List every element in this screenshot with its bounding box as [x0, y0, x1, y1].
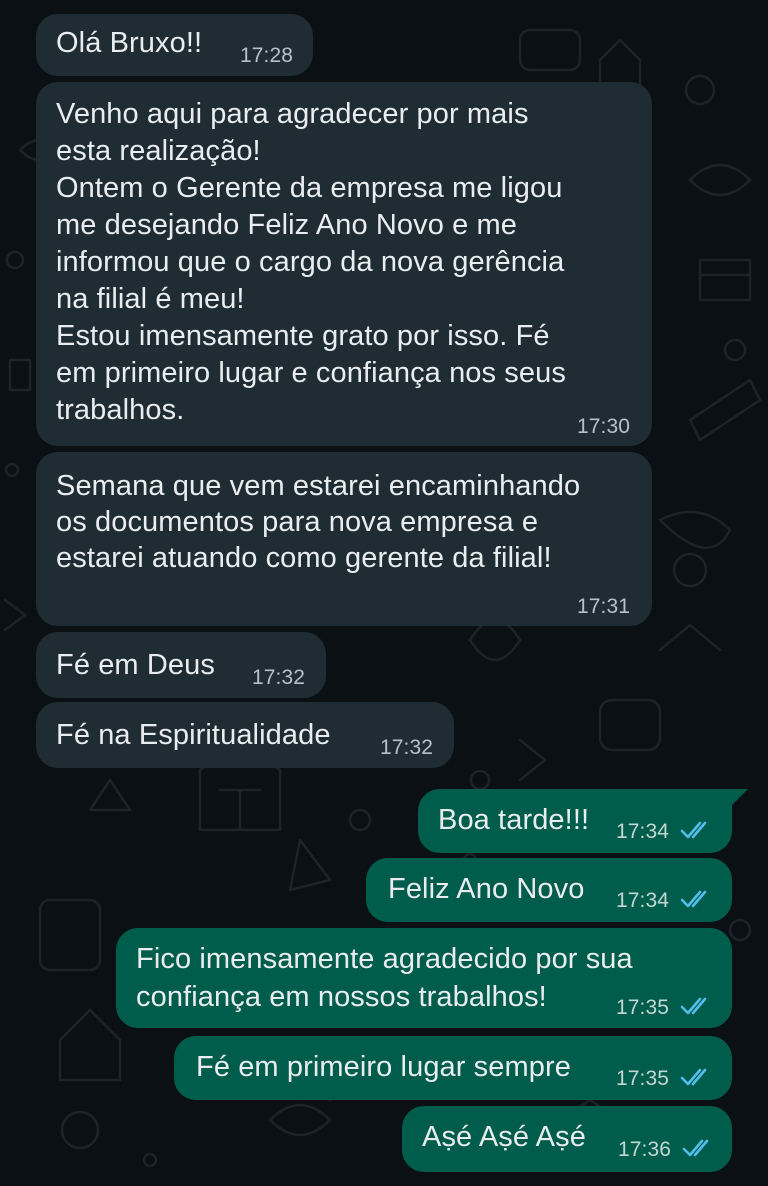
message-time: 17:32 — [252, 666, 306, 689]
read-receipt-icon — [680, 1068, 707, 1086]
message-text: Fé em primeiro lugar sempre — [196, 1051, 571, 1083]
message-outgoing[interactable]: Aṣé Aṣé Aṣé 17:36 — [402, 1106, 732, 1172]
message-time: 17:28 — [240, 44, 294, 67]
message-text: Venho aqui para agradecer por mais esta … — [56, 98, 566, 426]
message-outgoing[interactable]: Boa tarde!!! 17:34 — [418, 789, 732, 853]
message-text: Semana que vem estarei encaminhando os d… — [56, 470, 581, 574]
message-time: 17:30 — [577, 415, 631, 438]
message-time: 17:35 — [616, 1067, 670, 1090]
bubble-tail — [730, 789, 748, 807]
message-time: 17:36 — [618, 1138, 672, 1161]
message-time: 17:32 — [380, 736, 434, 759]
message-outgoing[interactable]: Fé em primeiro lugar sempre 17:35 — [174, 1036, 732, 1100]
message-text: Boa tarde!!! — [438, 804, 590, 836]
message-time: 17:34 — [616, 889, 670, 912]
chat-view[interactable]: Olá Bruxo!! 17:28 Venho aqui para agrade… — [0, 0, 768, 1186]
message-outgoing[interactable]: Feliz Ano Novo 17:34 — [366, 858, 732, 922]
message-time: 17:31 — [577, 595, 631, 618]
message-incoming[interactable]: Semana que vem estarei encaminhando os d… — [36, 452, 652, 626]
message-time: 17:34 — [616, 820, 670, 843]
message-text: Feliz Ano Novo — [388, 873, 585, 905]
read-receipt-icon — [682, 1139, 709, 1157]
message-text: Aṣé Aṣé Aṣé — [422, 1121, 586, 1153]
message-incoming[interactable]: Fé em Deus 17:32 — [36, 632, 326, 698]
message-incoming[interactable]: Olá Bruxo!! 17:28 — [36, 14, 313, 76]
read-receipt-icon — [680, 890, 707, 908]
message-text: Fé em Deus — [56, 649, 215, 681]
message-text: Fé na Espiritualidade — [56, 719, 331, 751]
message-incoming[interactable]: Fé na Espiritualidade 17:32 — [36, 702, 454, 768]
read-receipt-icon — [680, 997, 707, 1015]
read-receipt-icon — [680, 821, 707, 839]
message-text: Olá Bruxo!! — [56, 27, 203, 59]
message-time: 17:35 — [616, 996, 670, 1019]
message-outgoing[interactable]: Fico imensamente agradecido por sua conf… — [116, 928, 732, 1028]
message-text: Fico imensamente agradecido por sua conf… — [136, 943, 633, 1013]
message-incoming[interactable]: Venho aqui para agradecer por mais esta … — [36, 82, 652, 446]
